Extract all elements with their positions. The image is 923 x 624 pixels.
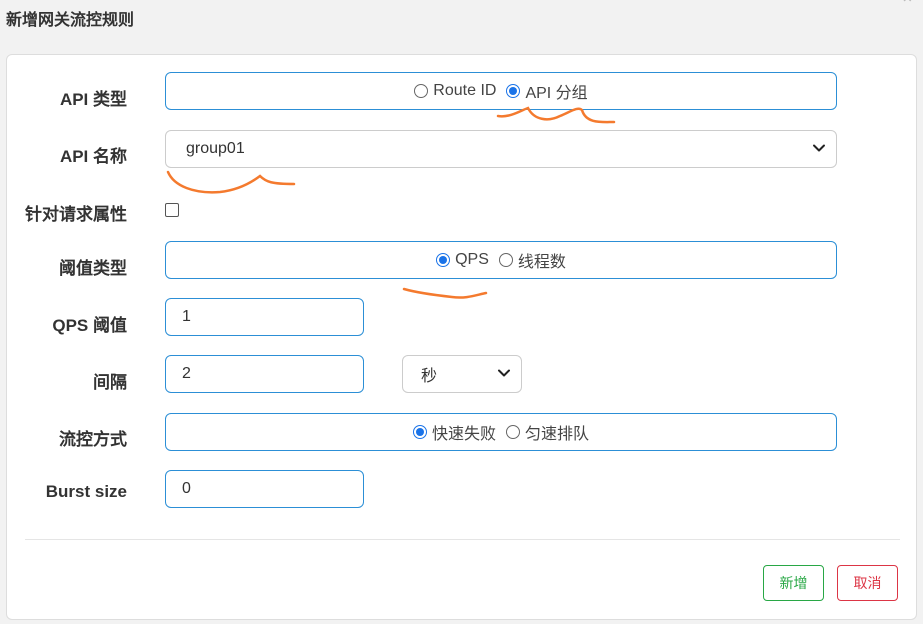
radio-route-id-circle[interactable] [414,84,429,98]
interval-value: 2 [182,365,191,382]
threshold-type-label: 阈值类型 [59,259,127,278]
api-name-value: group01 [186,140,245,157]
radio-qps[interactable]: QPS [436,251,489,269]
api-type-radio-group: Route ID API 分组 [165,72,837,110]
interval-label: 间隔 [93,373,127,392]
chevron-down-icon [498,369,510,377]
radio-qps-circle[interactable] [436,253,451,267]
request-attr-label: 针对请求属性 [25,205,127,224]
footer-divider [25,539,900,540]
chevron-down-icon [813,144,825,152]
threshold-type-radio-group: QPS 线程数 [165,241,837,279]
qps-threshold-label: QPS 阈值 [52,316,127,335]
radio-api-group[interactable]: API 分组 [506,79,588,103]
radio-fast-fail-label: 快速失败 [431,426,496,443]
request-attr-checkbox[interactable] [165,203,179,217]
dialog: 新增网关流控规则 ⌃ API 类型 Route ID API 分组 API 名称… [0,0,923,624]
radio-route-id[interactable]: Route ID [414,82,496,100]
interval-unit-select[interactable]: 秒 [402,355,522,393]
qps-threshold-value: 1 [182,308,191,325]
radio-fast-fail-circle[interactable] [412,425,427,439]
qps-threshold-input[interactable]: 1 [165,298,364,336]
cancel-button[interactable]: 取消 [837,565,898,601]
add-button[interactable]: 新增 [763,565,824,601]
radio-rate-limiter-label: 匀速排队 [525,426,590,443]
radio-route-id-label: Route ID [433,82,497,99]
radio-rate-limiter-circle[interactable] [506,425,520,439]
radio-rate-limiter[interactable]: 匀速排队 [506,420,589,444]
burst-size-input[interactable]: 0 [165,470,364,508]
burst-size-value: 0 [182,480,191,497]
interval-input[interactable]: 2 [165,355,364,393]
dialog-title: 新增网关流控规则 [6,12,135,29]
radio-thread-count-circle[interactable] [498,253,513,267]
close-icon[interactable]: ⌃ [900,0,915,15]
radio-fast-fail[interactable]: 快速失败 [412,420,496,444]
radio-thread-count[interactable]: 线程数 [498,248,566,272]
radio-thread-count-label: 线程数 [517,254,566,271]
api-type-label: API 类型 [59,90,127,109]
interval-unit-value: 秒 [421,368,438,385]
api-name-select[interactable]: group01 [165,130,837,168]
form-panel: API 类型 Route ID API 分组 API 名称 group01 针对… [6,54,917,620]
flow-control-radio-group: 快速失败 匀速排队 [165,413,837,451]
burst-size-label: Burst size [45,482,127,501]
radio-qps-label: QPS [455,251,489,268]
radio-api-group-label: API 分组 [525,85,588,102]
flow-control-label: 流控方式 [59,430,127,449]
api-name-label: API 名称 [59,147,127,166]
radio-api-group-circle[interactable] [506,84,521,98]
